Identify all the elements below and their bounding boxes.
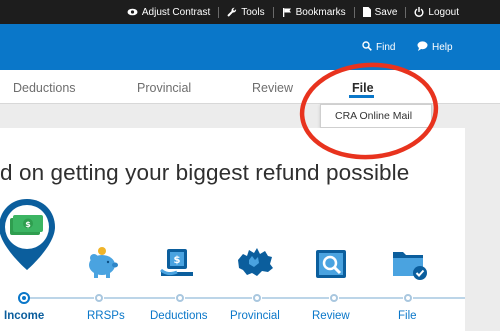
progress-line	[185, 297, 252, 299]
progress-line	[262, 297, 329, 299]
folder-check-icon[interactable]	[390, 246, 430, 287]
page-headline: d on getting your biggest refund possibl…	[0, 160, 410, 185]
help-label: Help	[432, 42, 453, 53]
svg-text:$: $	[174, 255, 181, 266]
svg-text:$: $	[25, 220, 31, 229]
help-button[interactable]: Help	[417, 41, 453, 54]
step-label-income[interactable]: Income	[4, 310, 44, 322]
step-label-file[interactable]: File	[398, 310, 417, 322]
progress-line	[30, 297, 94, 299]
find-button[interactable]: Find	[362, 41, 395, 54]
step-dot-rrsps[interactable]	[95, 294, 103, 302]
search-icon	[362, 41, 372, 54]
tools-label: Tools	[241, 6, 265, 18]
step-dot-file[interactable]	[404, 294, 412, 302]
save-label: Save	[374, 6, 398, 18]
logout-button[interactable]: Logout	[406, 7, 467, 18]
adjust-contrast-label: Adjust Contrast	[141, 6, 211, 18]
step-dot-deductions[interactable]	[176, 294, 184, 302]
step-label-provincial[interactable]: Provincial	[230, 310, 280, 322]
menu-item-cra-online-mail[interactable]: CRA Online Mail	[335, 110, 412, 122]
bookmarks-button[interactable]: Bookmarks	[274, 7, 354, 18]
magnifier-folder-icon[interactable]	[312, 245, 352, 288]
bookmarks-label: Bookmarks	[295, 6, 346, 18]
adjust-contrast-button[interactable]: Adjust Contrast	[119, 7, 218, 18]
step-label-review[interactable]: Review	[312, 310, 350, 322]
step-dot-provincial[interactable]	[253, 294, 261, 302]
active-tab-indicator	[349, 95, 374, 98]
logout-label: Logout	[428, 6, 459, 18]
wrench-icon	[227, 7, 237, 17]
tab-deductions[interactable]: Deductions	[13, 81, 76, 95]
main-content-card	[0, 128, 465, 331]
step-dot-review[interactable]	[330, 294, 338, 302]
step-dot-income[interactable]	[18, 292, 30, 304]
step-label-rrsps[interactable]: RRSPs	[87, 310, 125, 322]
power-icon	[414, 7, 424, 17]
app-header: Find Help	[0, 24, 500, 70]
money-pin-icon[interactable]: $	[0, 196, 58, 293]
save-button[interactable]: Save	[355, 7, 406, 18]
step-label-deductions[interactable]: Deductions	[150, 310, 208, 322]
tab-provincial[interactable]: Provincial	[137, 81, 191, 95]
eye-icon	[127, 8, 138, 16]
receipt-icon[interactable]: $	[158, 246, 196, 287]
progress-line	[413, 297, 465, 299]
main-tabs: Deductions Provincial Review File	[0, 70, 500, 104]
find-label: Find	[376, 42, 396, 53]
document-icon	[362, 7, 371, 17]
tab-file[interactable]: File	[352, 81, 374, 95]
chat-bubble-icon	[417, 41, 428, 54]
file-dropdown-menu: CRA Online Mail	[320, 104, 432, 128]
piggy-bank-icon[interactable]	[84, 246, 120, 285]
tab-review[interactable]: Review	[252, 81, 293, 95]
utility-bar: Adjust Contrast Tools Bookmarks Save Log…	[0, 0, 500, 24]
tools-button[interactable]: Tools	[219, 7, 272, 18]
flag-icon	[282, 7, 292, 17]
progress-line	[104, 297, 175, 299]
canada-map-icon[interactable]	[235, 246, 275, 287]
progress-line	[339, 297, 403, 299]
